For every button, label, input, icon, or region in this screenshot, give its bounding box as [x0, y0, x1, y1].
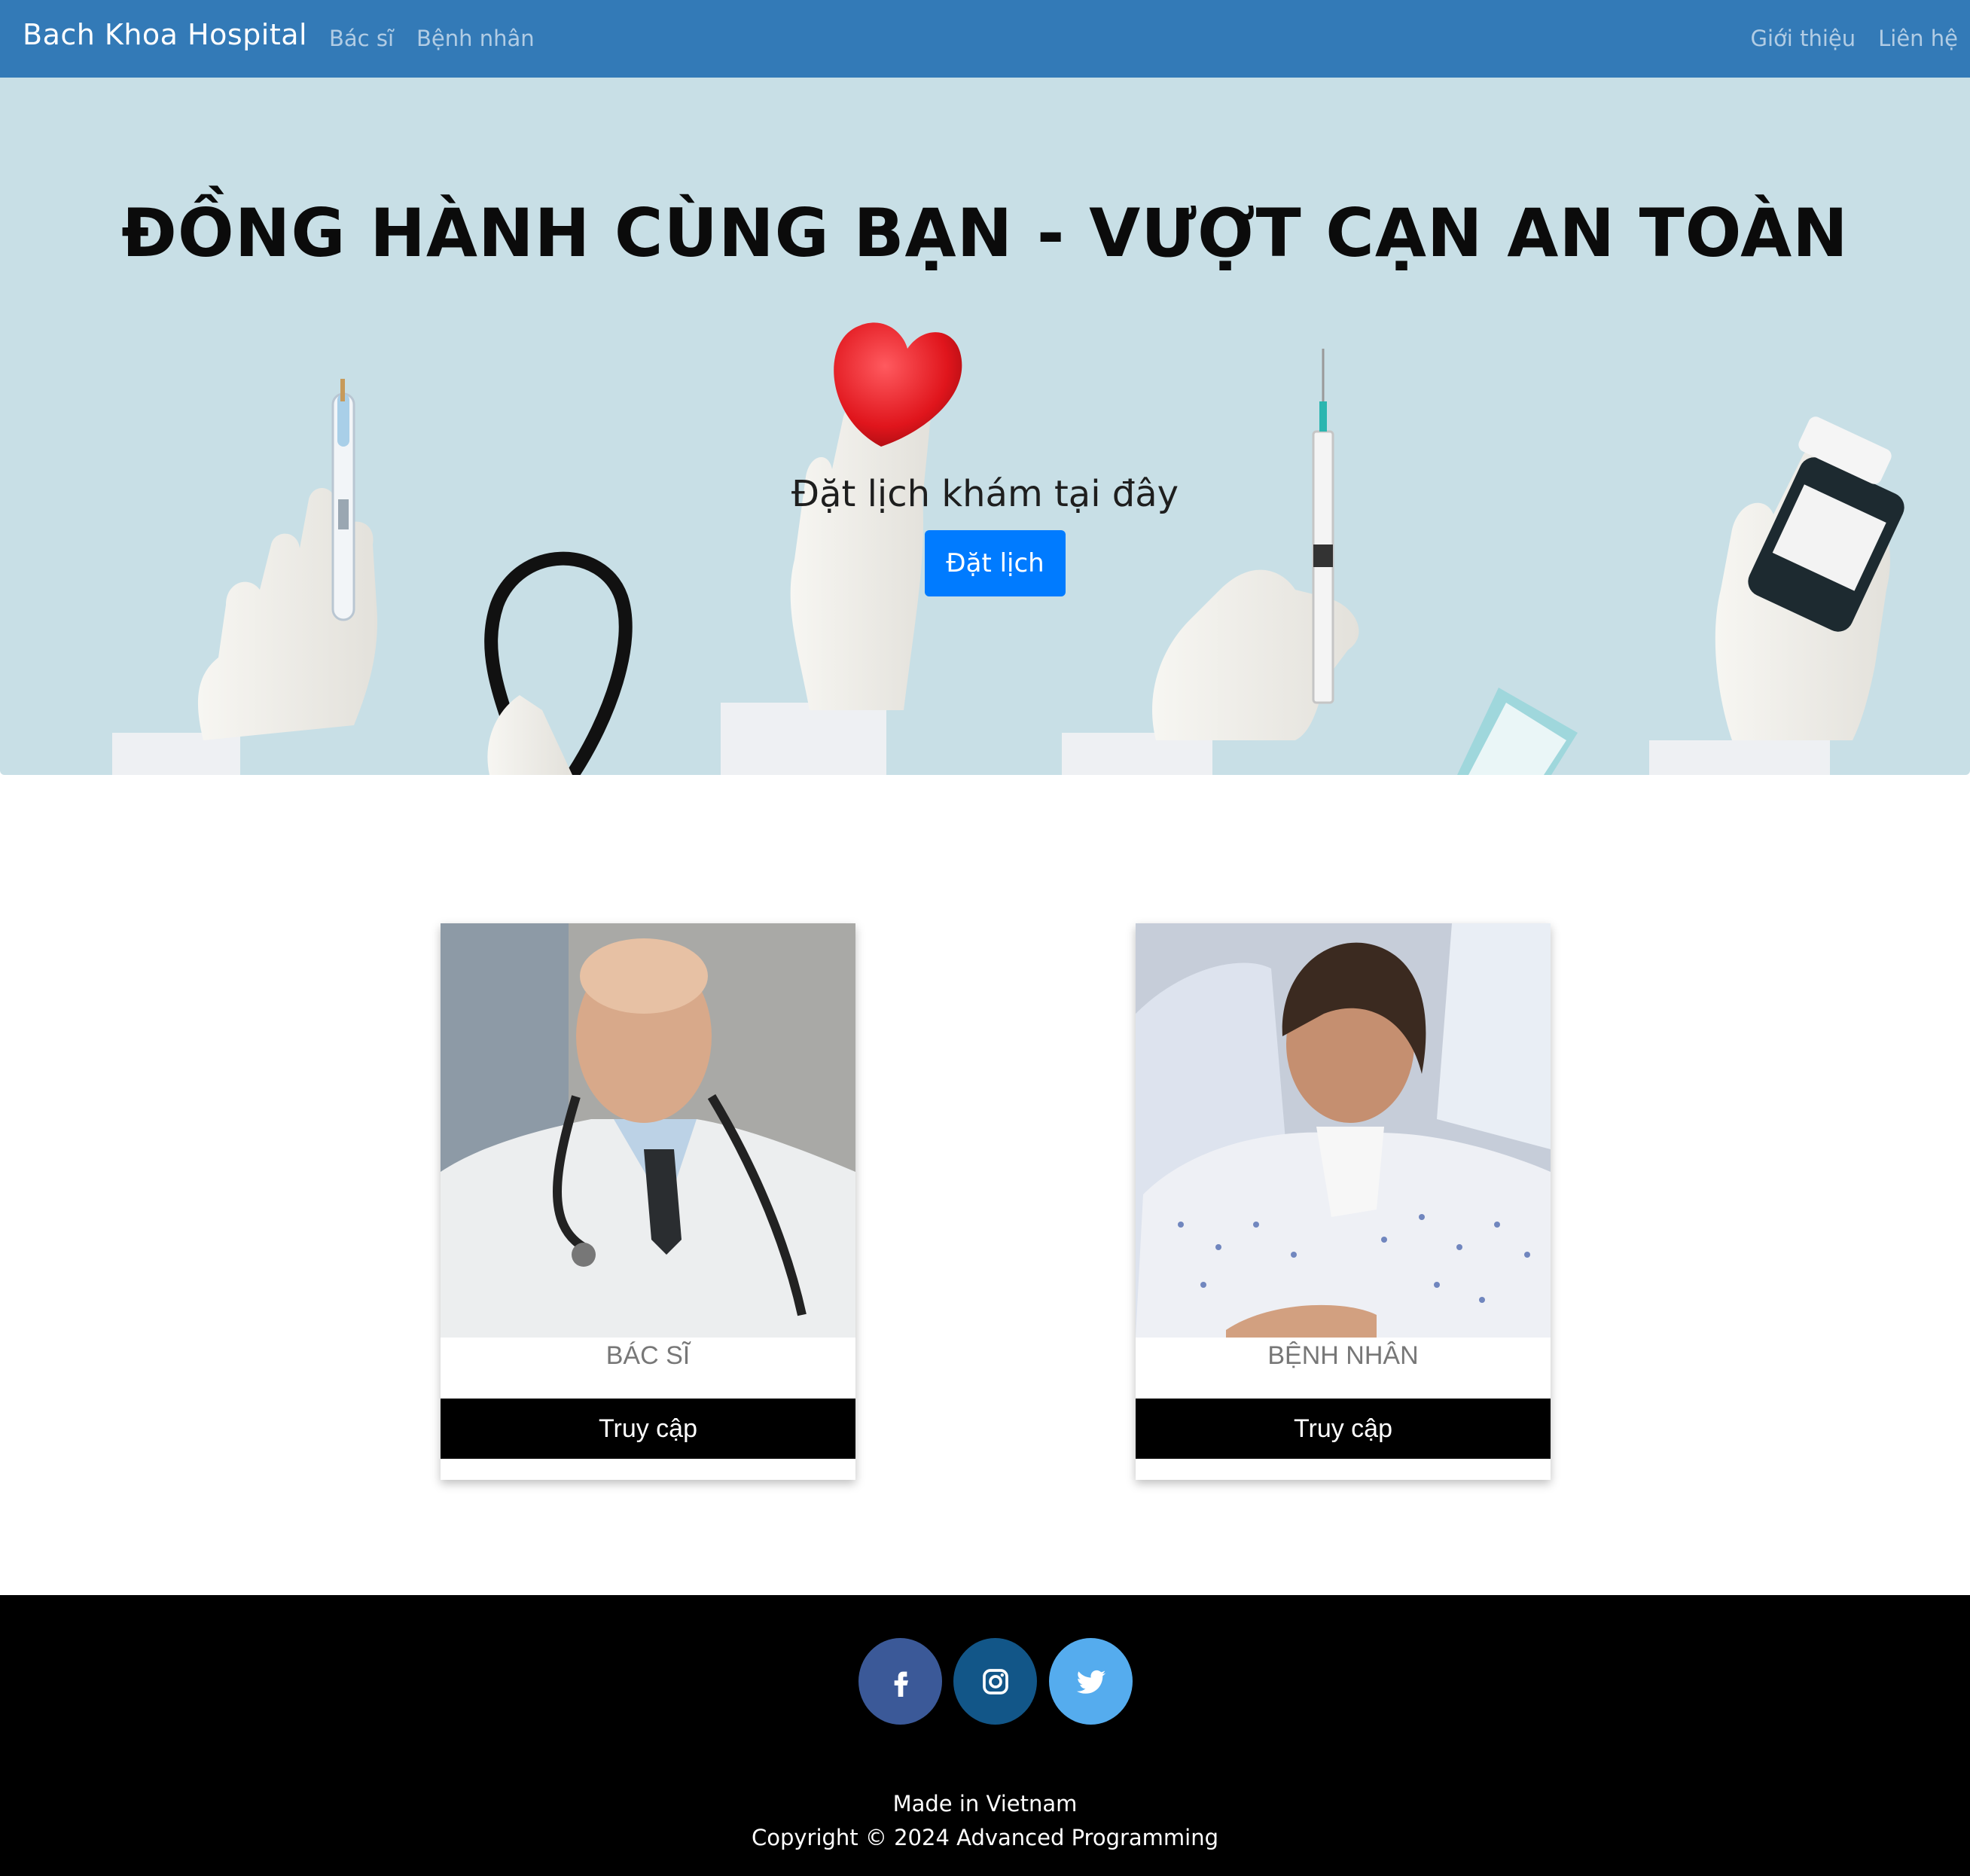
doctor-access-button[interactable]: Truy cập	[441, 1399, 855, 1459]
nav-link-contact[interactable]: Liên hệ	[1878, 26, 1958, 51]
footer-made-in: Made in Vietnam	[892, 1791, 1078, 1817]
hero-title: ĐỒNG HÀNH CÙNG BẠN - VƯỢT CẠN AN TOÀN	[121, 194, 1849, 272]
syringe-hand	[1062, 349, 1359, 775]
nav-link-doctor[interactable]: Bác sĩ	[329, 26, 394, 51]
nav-right-links: Giới thiệu Liên hệ	[1751, 26, 1958, 51]
stethoscope-hand	[484, 551, 633, 775]
patient-access-button[interactable]: Truy cập	[1136, 1399, 1551, 1459]
brand-link[interactable]: Bach Khoa Hospital	[23, 18, 307, 51]
twitter-button[interactable]	[1049, 1638, 1133, 1725]
page-footer: Made in Vietnam Copyright © 2024 Advance…	[0, 1595, 1970, 1876]
nav-left-links: Bác sĩ Bệnh nhân	[329, 26, 535, 51]
book-appointment-button[interactable]: Đặt lịch	[925, 530, 1066, 596]
doctor-photo	[441, 923, 855, 1338]
card-title-doctor: BÁC SĨ	[605, 1341, 691, 1370]
hero-banner: ĐỒNG HÀNH CÙNG BẠN - VƯỢT CẠN AN TOÀN Đặ…	[0, 78, 1970, 775]
instagram-button[interactable]	[953, 1638, 1037, 1725]
facebook-button[interactable]	[858, 1638, 942, 1725]
doctor-card: BÁC SĨ Truy cập	[441, 923, 855, 1480]
pill-bottle-hand	[1649, 416, 1904, 775]
twitter-icon	[1076, 1670, 1105, 1694]
bandage-box	[1457, 688, 1578, 775]
nav-link-patient[interactable]: Bệnh nhân	[416, 26, 535, 51]
patient-card: BỆNH NHÂN Truy cập	[1136, 923, 1551, 1480]
nav-link-about[interactable]: Giới thiệu	[1751, 26, 1856, 51]
top-navbar: Bach Khoa Hospital Bác sĩ Bệnh nhân Giới…	[0, 0, 1970, 78]
footer-copyright: Copyright © 2024 Advanced Programming	[751, 1825, 1219, 1850]
facebook-icon	[894, 1671, 908, 1697]
instagram-icon	[982, 1668, 1008, 1695]
patient-photo	[1136, 923, 1551, 1338]
hero-subtitle: Đặt lịch khám tại đây	[791, 473, 1179, 515]
hero-medical-hands-illustration	[112, 322, 1904, 775]
thermometer-hand	[112, 379, 377, 775]
card-title-patient: BỆNH NHÂN	[1267, 1341, 1419, 1370]
